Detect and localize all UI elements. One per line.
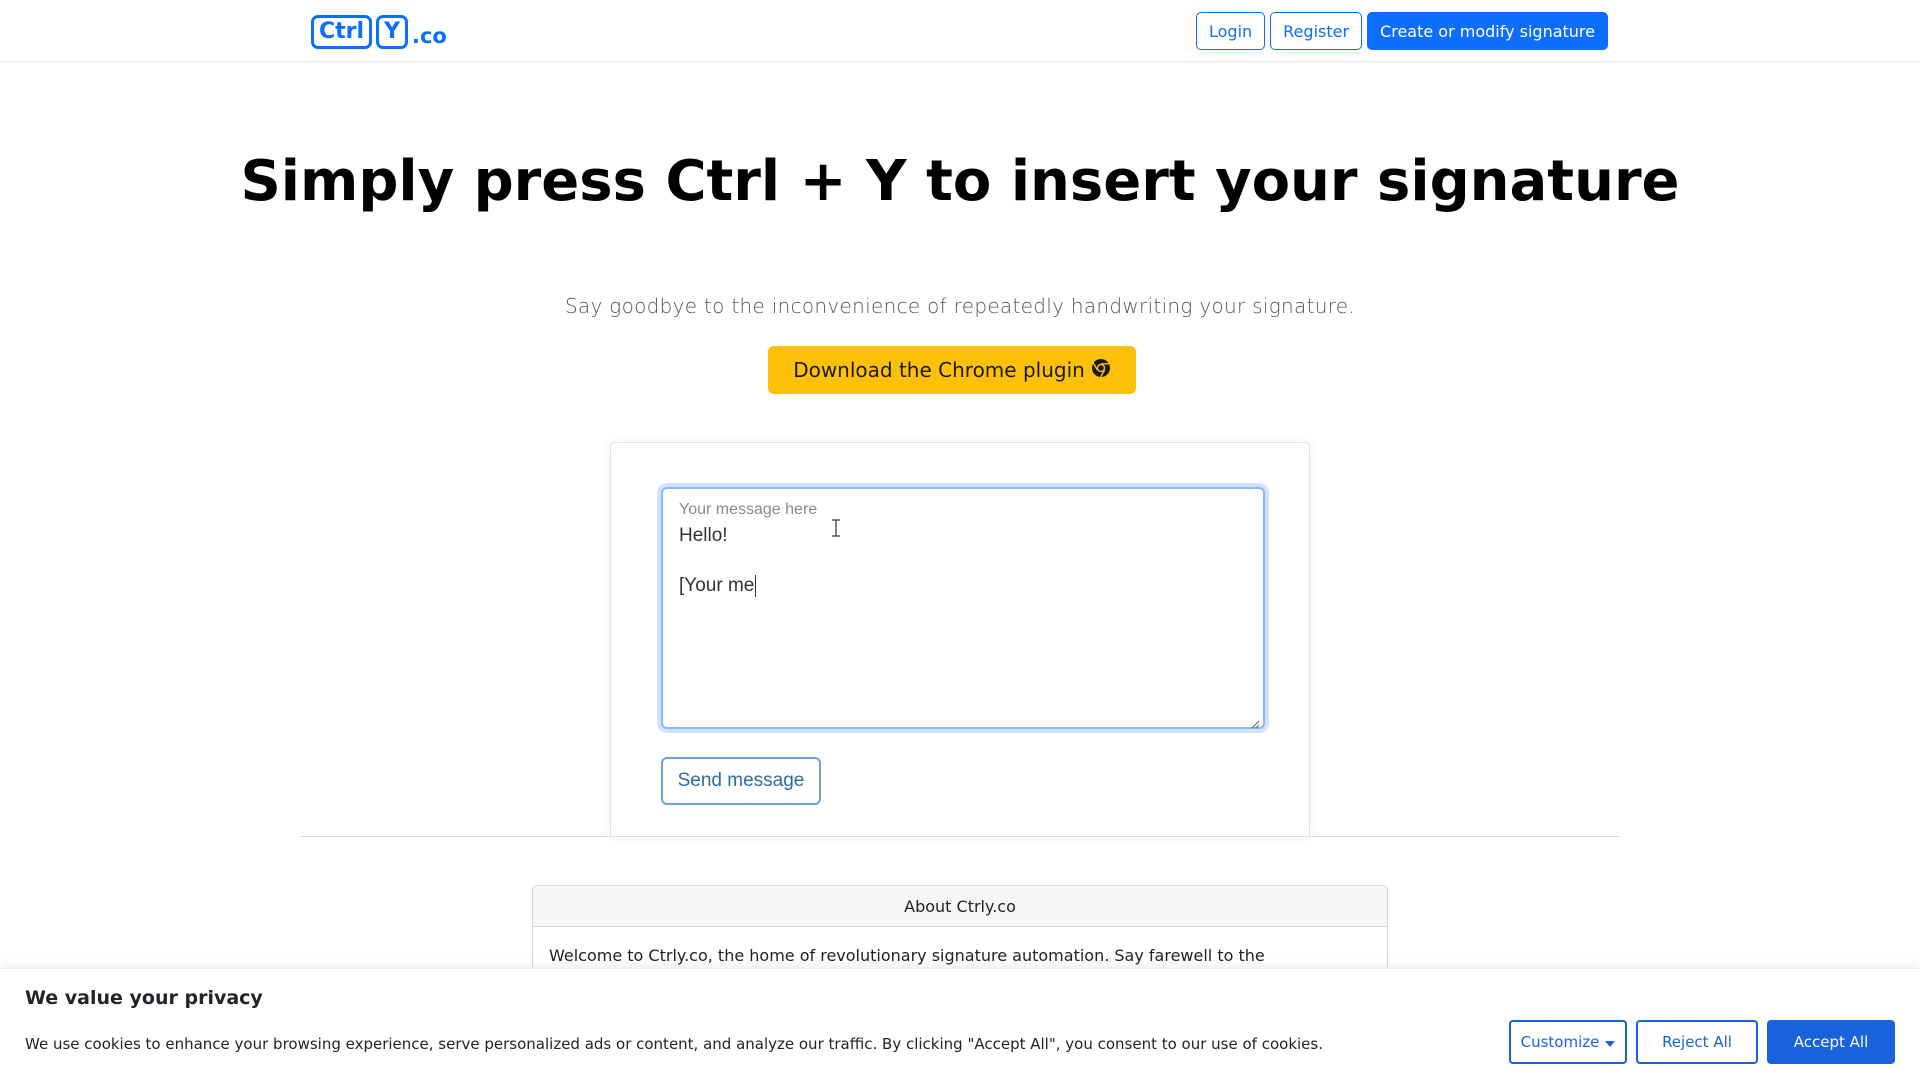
cookie-buttons: Customize Reject All Accept All <box>1509 1020 1895 1064</box>
register-button[interactable]: Register <box>1270 12 1363 50</box>
text-cursor-icon <box>831 519 841 537</box>
logo-domain: .co <box>412 24 447 48</box>
about-title: About Ctrly.co <box>533 886 1387 927</box>
cookie-banner: We value your privacy We use cookies to … <box>0 968 1920 1080</box>
hero-subtitle: Say goodbye to the inconvenience of repe… <box>564 294 1356 318</box>
nav-buttons: Login Register Create or modify signatur… <box>1196 12 1608 50</box>
send-message-button[interactable]: Send message <box>661 757 821 805</box>
message-textarea[interactable]: Your message here Hello! [Your me <box>661 487 1265 729</box>
customize-button[interactable]: Customize <box>1509 1020 1627 1064</box>
section-divider <box>300 836 1620 837</box>
textarea-placeholder: Your message here <box>679 501 818 518</box>
resize-handle-icon[interactable] <box>1250 714 1260 729</box>
download-label: Download the Chrome plugin <box>793 358 1085 382</box>
textarea-line-message: [Your me <box>679 575 757 597</box>
cookie-title: We value your privacy <box>25 987 263 1009</box>
logo[interactable]: Ctrl Y .co <box>311 13 447 51</box>
cookie-text: We use cookies to enhance your browsing … <box>25 1035 1323 1053</box>
textarea-line-greeting: Hello! <box>679 525 728 546</box>
chrome-icon <box>1091 358 1111 383</box>
text-caret <box>755 575 757 597</box>
create-signature-button[interactable]: Create or modify signature <box>1367 12 1608 50</box>
accept-all-button[interactable]: Accept All <box>1767 1020 1895 1064</box>
customize-label: Customize <box>1520 1033 1600 1051</box>
logo-key-ctrl: Ctrl <box>311 15 373 49</box>
logo-key-y: Y <box>376 15 408 49</box>
demo-card: Your message here Hello! [Your me Send m… <box>610 442 1310 838</box>
login-button[interactable]: Login <box>1196 12 1266 50</box>
download-chrome-plugin-button[interactable]: Download the Chrome plugin <box>768 346 1136 394</box>
reject-all-button[interactable]: Reject All <box>1636 1020 1758 1064</box>
caret-down-icon <box>1605 1033 1616 1051</box>
hero-title: Simply press Ctrl + Y to insert your sig… <box>240 149 1680 214</box>
textarea-line-message-text: [Your me <box>679 575 755 597</box>
navbar: Ctrl Y .co Login Register Create or modi… <box>0 0 1920 62</box>
